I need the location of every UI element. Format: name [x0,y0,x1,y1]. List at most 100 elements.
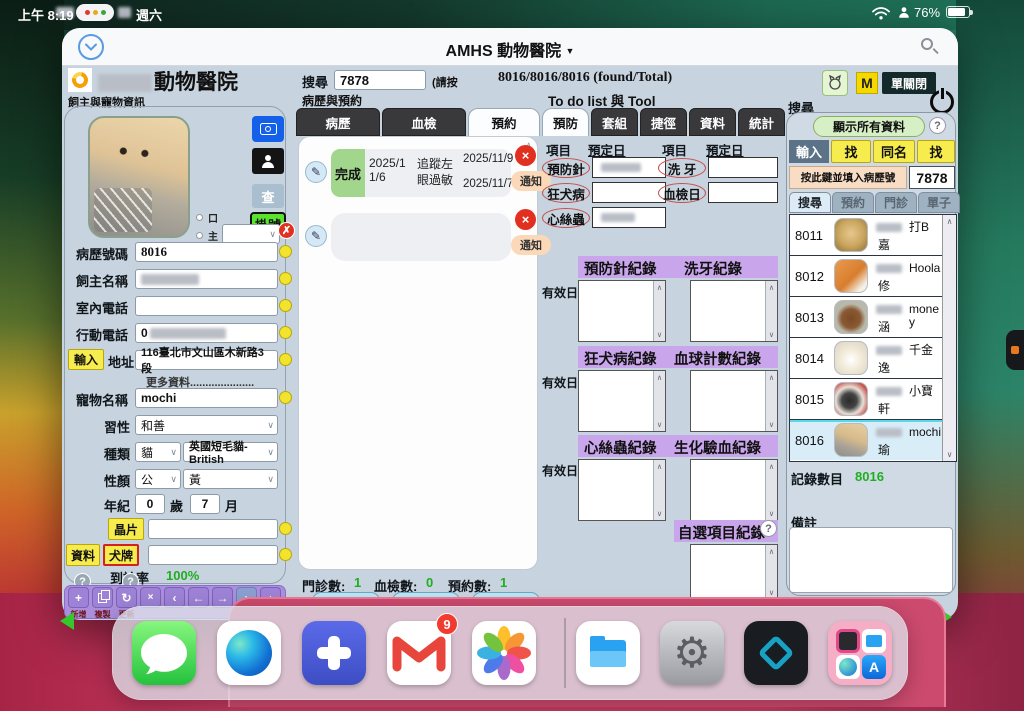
dog-tag-button[interactable]: 犬牌 [103,544,139,566]
camera-button[interactable] [252,116,284,142]
chip-button[interactable]: 晶片 [108,518,144,540]
dock-app-gmail[interactable]: 9 [387,621,451,685]
tab-packages[interactable]: 套組 [591,108,638,136]
history-search-input[interactable]: 7878 [334,70,426,90]
prev-record-button[interactable]: ← [188,587,209,608]
prev-page-arrow[interactable] [60,612,74,630]
radio-dot-1[interactable] [196,214,203,221]
dental-item[interactable]: 洗 牙 [658,158,706,178]
tab-shortcuts[interactable]: 捷徑 [640,108,687,136]
check-button[interactable]: 查 [252,184,284,208]
fill-record-button[interactable]: 按此鍵並填入病歷號 [789,166,907,189]
dock-app-folder[interactable]: A [828,621,892,685]
scrollbar[interactable]: ∧∨ [653,371,665,431]
sex-select[interactable]: 公∨ [135,469,181,489]
find-button-2[interactable]: 找 [917,140,955,163]
power-button[interactable] [930,90,954,114]
biochem-records-list[interactable]: ∧∨ [690,459,778,521]
edit-appointment-button[interactable]: ✎ [305,225,327,247]
edit-appointment-button[interactable]: ✎ [305,161,327,183]
address-input-button[interactable]: 輸入 [68,349,104,370]
custom-help-button[interactable]: ? [760,520,777,537]
m-button[interactable]: M [856,72,878,94]
field-dot[interactable] [279,548,292,561]
species-select[interactable]: 貓∨ [135,442,181,462]
temperament-select[interactable]: 和善∨ [135,415,278,435]
owner-name-field[interactable] [135,269,278,289]
scrollbar[interactable]: ∧∨ [653,281,665,341]
notify-button[interactable]: 通知 [511,235,551,255]
scroll-up-icon[interactable]: ∧ [943,217,956,226]
delete-appointment-button[interactable]: × [515,145,536,166]
vaccine-due-field[interactable] [592,157,666,178]
appointment-row[interactable]: 2025/11/6 追蹤左眼過敏 2025/11/9 2025/11/7 [365,149,511,197]
vaccine-records-list[interactable]: ∧∨ [578,280,666,342]
dog-tag-field[interactable] [148,545,278,565]
close-all-button[interactable]: 單關閉 [882,72,936,94]
field-dot[interactable] [279,272,292,285]
record-no-field[interactable]: 8016 [135,242,278,262]
search-icon[interactable] [920,37,940,57]
home-phone-field[interactable] [135,296,278,316]
tab-appointment[interactable]: 預約 [832,192,874,213]
tab-prevention[interactable]: 預防 [542,108,589,136]
next-record-button[interactable]: → [212,587,233,608]
same-name-button[interactable]: 同名 [873,140,915,163]
tab-data[interactable]: 資料 [689,108,736,136]
scroll-down-icon[interactable]: ∨ [943,450,956,459]
tab-history[interactable]: 病歷 [296,108,380,136]
table-scrollbar[interactable]: ∧ ∨ [942,215,956,461]
delete-appointment-button[interactable]: × [515,209,536,230]
color-select[interactable]: 黃∨ [183,469,278,489]
fill-record-value[interactable]: 7878 [909,166,955,189]
first-record-button[interactable]: ‹ [164,587,185,608]
table-row-selected[interactable]: 8016 瑜 mochi [790,420,942,460]
dock-app-files[interactable] [576,621,640,685]
chip-field[interactable] [148,519,278,539]
delete-button[interactable]: × [140,587,161,608]
scrollbar[interactable]: ∧∨ [653,460,665,520]
age-years-field[interactable]: 0 [135,494,165,514]
table-row[interactable]: 8015 軒 小寶 [790,379,942,420]
pet-name-field[interactable]: mochi [135,388,278,408]
sidebar-pull-handle[interactable] [1006,330,1024,370]
appointment-row-empty[interactable] [331,213,511,261]
tab-clinic[interactable]: 門診 [875,192,917,213]
heartworm-records-list[interactable]: ∧∨ [578,459,666,521]
dental-records-list[interactable]: ∧∨ [690,280,778,342]
mobile-field[interactable]: 0 [135,323,278,343]
dock-app-filemaker[interactable] [744,621,808,685]
field-dot[interactable] [279,326,292,339]
owner-dropdown[interactable]: ∨ [222,224,280,244]
dock-app-edge[interactable] [217,621,281,685]
custom-records-list[interactable]: ∧∨ [690,544,778,600]
heartworm-item[interactable]: 心絲蟲 [542,208,590,228]
tab-search[interactable]: 搜尋 [789,192,831,213]
address-field[interactable]: 116臺北市文山區木新路3段 [135,350,278,370]
tab-stats[interactable]: 統計 [738,108,785,136]
rabies-item[interactable]: 狂犬病 [542,183,590,203]
bloodtest-item[interactable]: 血檢日 [658,183,706,203]
pet-photo[interactable] [88,116,190,238]
copy-record-button[interactable] [92,587,113,608]
dock-app-settings[interactable]: ⚙ [660,621,724,685]
dock-app-health[interactable] [302,621,366,685]
dock-app-photos[interactable] [472,621,536,685]
tab-appointments[interactable]: 預約 [468,108,540,136]
input-mode-button[interactable]: 輸入 [789,140,829,163]
clear-badge[interactable]: ✗ [278,222,295,239]
scrollbar[interactable]: ∧∨ [765,545,777,599]
field-dot[interactable] [279,245,292,258]
table-row[interactable]: 8013 涵 money [790,297,942,338]
field-dot[interactable] [279,391,292,404]
recording-indicator-pill[interactable] [76,4,114,21]
scrollbar[interactable]: ∧∨ [765,371,777,431]
field-dot[interactable] [279,299,292,312]
radio-dot-2[interactable] [196,232,203,239]
rabies-due-field[interactable] [592,182,666,203]
field-dot[interactable] [279,353,292,366]
field-dot[interactable] [279,522,292,535]
contact-button[interactable] [252,148,284,174]
refresh-button[interactable]: ↻ [116,587,137,608]
rabies-records-list[interactable]: ∧∨ [578,370,666,432]
